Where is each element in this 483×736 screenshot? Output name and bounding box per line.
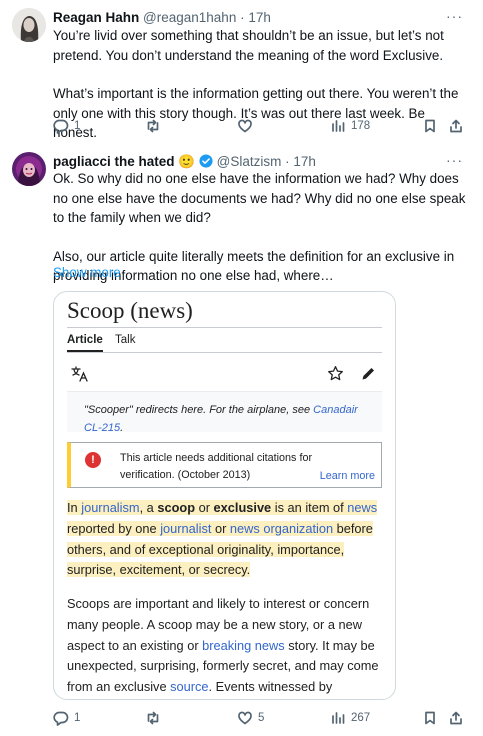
divider [67, 327, 382, 328]
avatar[interactable] [12, 152, 46, 186]
highlighted-text: In journalism, a scoop or exclusive is a… [67, 500, 378, 578]
like-button[interactable] [237, 116, 258, 136]
reply-count: 1 [74, 120, 81, 132]
alert-icon: ! [85, 452, 101, 468]
share-icon [450, 711, 462, 725]
bookmark-icon [425, 119, 435, 133]
more-options-icon[interactable]: ··· [446, 8, 463, 24]
views-count: 267 [351, 712, 371, 724]
tab-talk: Talk [115, 334, 136, 346]
timestamp[interactable]: · 17h [285, 154, 316, 169]
tweet-pagliacci[interactable]: pagliacci the hated 🙂 @Slatzism · 17h ··… [0, 140, 483, 736]
views-button[interactable]: 267 [330, 708, 370, 728]
reply-icon [53, 119, 69, 134]
article-title: Scoop (news) [67, 298, 193, 323]
bookmark-button[interactable] [422, 708, 438, 728]
like-button[interactable]: 5 [237, 708, 264, 728]
emoji: 🙂 [178, 154, 196, 169]
timestamp[interactable]: · 17h [240, 10, 271, 25]
views-icon [332, 712, 345, 724]
tweet-reagan[interactable]: Reagan Hahn @reagan1hahn · 17h ··· You’r… [0, 0, 483, 140]
lead-paragraph: In journalism, a scoop or exclusive is a… [67, 498, 382, 581]
hatnote-suffix: . [120, 422, 124, 434]
user-handle[interactable]: @reagan1hahn [143, 10, 236, 25]
tweet-paragraph: You’re livid over something that shouldn… [53, 28, 444, 63]
show-more-link[interactable]: Show more [53, 265, 121, 280]
tweet-actions: 1 5 267 [53, 708, 469, 728]
learn-more-link: Learn more [319, 470, 375, 482]
like-icon [238, 119, 252, 133]
translate-icon [71, 366, 88, 382]
like-count: 5 [258, 712, 265, 724]
bookmark-icon [425, 711, 435, 725]
reply-button[interactable]: 1 [53, 116, 80, 136]
second-paragraph: Scoops are important and likely to inter… [67, 596, 379, 695]
citation-notice: ! This article needs additional citation… [67, 442, 382, 488]
views-button[interactable]: 178 [330, 116, 370, 136]
attached-image[interactable]: Scoop (news) Article Talk "Scooper" redi… [53, 291, 396, 700]
share-icon [450, 119, 462, 133]
retweet-icon [147, 711, 159, 725]
hatnote: "Scooper" redirects here. For the airpla… [67, 391, 382, 434]
tab-article: Article [67, 334, 103, 346]
retweet-button[interactable] [145, 708, 166, 728]
retweet-icon [147, 119, 159, 133]
share-button[interactable] [448, 116, 464, 136]
edit-icon [362, 367, 375, 380]
display-name[interactable]: pagliacci the hated [53, 154, 175, 169]
bookmark-button[interactable] [422, 116, 438, 136]
like-icon [238, 711, 252, 725]
verified-icon[interactable] [199, 154, 213, 168]
reply-count: 1 [74, 712, 81, 724]
tweet-header: Reagan Hahn @reagan1hahn · 17h [53, 9, 447, 27]
user-handle[interactable]: @Slatzism [217, 154, 282, 169]
tweet-actions: 1 178 [53, 116, 469, 136]
hatnote-link: CL-215 [84, 422, 121, 434]
hatnote-text: "Scooper" redirects here. For the airpla… [84, 401, 372, 437]
reply-button[interactable]: 1 [53, 708, 80, 728]
avatar-image [12, 8, 46, 42]
views-count: 178 [351, 120, 371, 132]
share-button[interactable] [448, 708, 464, 728]
avatar-image [12, 152, 46, 186]
hatnote-prefix: "Scooper" redirects here. For the airpla… [84, 404, 314, 416]
hatnote-link: Canadair [313, 404, 358, 416]
retweet-button[interactable] [145, 116, 166, 136]
notice-text: This article needs additional citations … [120, 452, 313, 481]
avatar[interactable] [12, 8, 46, 42]
tweet-paragraph: Ok. So why did no one else have the info… [53, 171, 466, 225]
more-options-icon[interactable]: ··· [446, 152, 463, 168]
display-name[interactable]: Reagan Hahn [53, 10, 139, 25]
reply-icon [53, 711, 69, 726]
star-icon [328, 366, 343, 381]
views-icon [332, 120, 345, 132]
divider [67, 352, 382, 353]
